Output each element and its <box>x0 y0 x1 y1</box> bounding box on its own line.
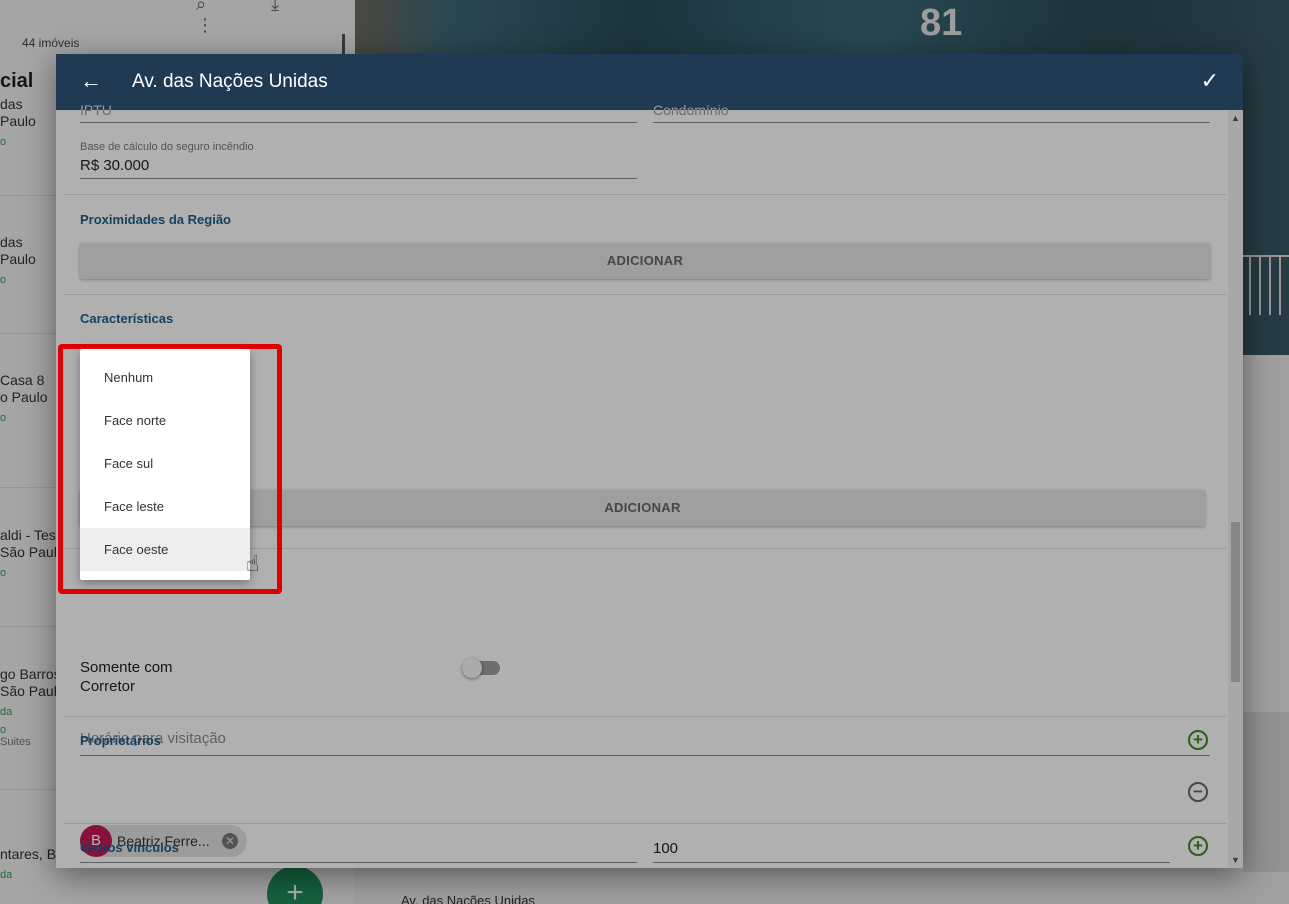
menu-item-east[interactable]: Face leste <box>80 485 250 528</box>
check-icon[interactable]: ✓ <box>1201 68 1219 94</box>
dialog-title: Av. das Nações Unidas <box>132 71 328 92</box>
menu-item-north[interactable]: Face norte <box>80 399 250 442</box>
back-arrow-icon[interactable]: ← <box>80 68 102 94</box>
orientation-dropdown-menu: Nenhum Face norte Face sul Face leste Fa… <box>80 349 250 580</box>
menu-item-none[interactable]: Nenhum <box>80 356 250 399</box>
menu-item-south[interactable]: Face sul <box>80 442 250 485</box>
menu-item-west[interactable]: Face oeste <box>80 528 250 571</box>
hand-cursor-icon: ☝ <box>246 551 260 576</box>
